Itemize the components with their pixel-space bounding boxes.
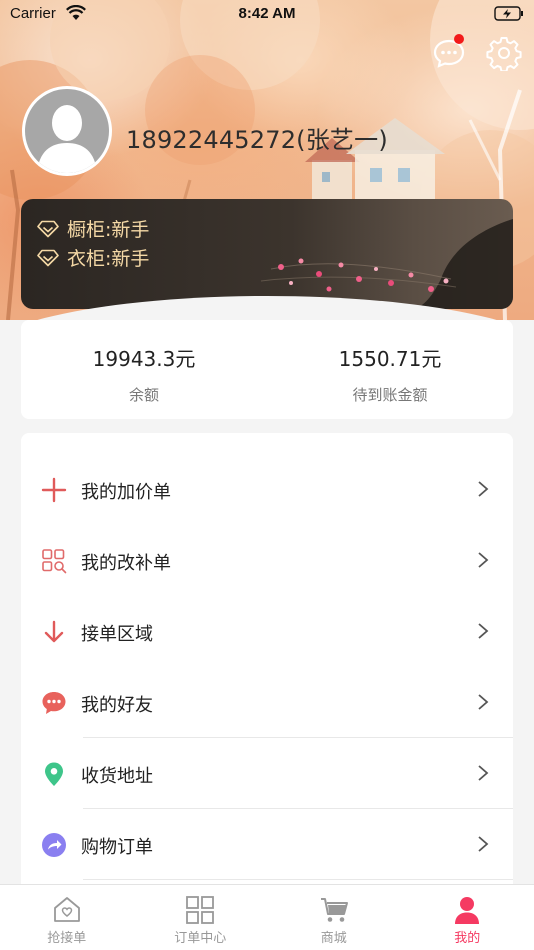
house-heart-icon [53,897,80,922]
divider [83,879,513,880]
level-card: 橱柜:新手 衣柜:新手 [21,199,513,309]
tab-label: 我的 [454,931,481,946]
grid-search-icon [42,549,67,574]
profile-header: Carrier 8:42 AM 18922445272(张艺一) 橱柜:新手 衣… [0,0,534,320]
share-arrow-icon [42,833,66,857]
avatar[interactable] [22,86,112,176]
balance-value: 19943.3元 [92,347,196,371]
menu-item-label: 我的改补单 [81,553,171,574]
pending-label: 待到账金额 [352,386,428,404]
menu-list: 我的加价单 我的改补单 接单区域 我的好友 收货地址 购物订单 [21,433,513,903]
balance-item-available[interactable]: 19943.3元 余额 [21,320,267,419]
chevron-right-icon [478,765,489,781]
diamond-icon [37,220,59,237]
chevron-right-icon [478,623,489,639]
balance-item-pending[interactable]: 1550.71元 待到账金额 [267,320,513,419]
cart-icon [320,898,348,922]
unread-badge [454,34,464,44]
balance-card: 19943.3元 余额 1550.71元 待到账金额 [21,320,513,419]
chevron-right-icon [478,836,489,852]
chat-bubble-icon [42,692,66,714]
gear-icon[interactable] [486,35,522,71]
plus-icon [41,477,67,503]
tab-bar: 抢接单 订单中心 商城 我的 [0,884,534,950]
tab-mine[interactable]: 我的 [401,885,534,950]
chevron-right-icon [478,694,489,710]
tab-label: 商城 [320,931,347,946]
tab-label: 订单中心 [174,931,227,946]
battery-icon [494,6,523,21]
menu-item-revision-orders[interactable]: 我的改补单 [21,525,513,596]
arrow-down-icon [44,620,64,643]
tab-grab-orders[interactable]: 抢接单 [0,885,134,950]
username: 18922445272(张艺一) [126,126,388,154]
clock: 8:42 AM [238,5,296,22]
menu-item-label: 我的加价单 [81,482,171,503]
menu-item-shipping-address[interactable]: 收货地址 [21,738,513,809]
menu-item-label: 购物订单 [81,837,153,858]
level-row-cabinet: 橱柜:新手 [37,215,149,242]
person-icon [455,897,480,924]
menu-item-label: 我的好友 [81,695,153,716]
pending-value: 1550.71元 [338,347,442,371]
diamond-icon [37,249,59,266]
chevron-right-icon [478,552,489,568]
menu-item-shopping-orders[interactable]: 购物订单 [21,809,513,880]
balance-label: 余额 [128,386,159,404]
grid-icon [186,896,215,924]
chevron-right-icon [478,481,489,497]
level-row-wardrobe: 衣柜:新手 [37,244,149,271]
menu-item-friends[interactable]: 我的好友 [21,667,513,738]
tab-order-center[interactable]: 订单中心 [134,885,268,950]
menu-item-label: 收货地址 [81,766,153,787]
level-label: 衣柜:新手 [67,248,150,270]
default-avatar-icon [25,89,109,173]
menu-item-service-area[interactable]: 接单区域 [21,596,513,667]
menu-item-markup-orders[interactable]: 我的加价单 [21,454,513,525]
tab-mall[interactable]: 商城 [267,885,401,950]
menu-item-label: 接单区域 [81,624,153,645]
status-bar: Carrier 8:42 AM [0,0,534,28]
tab-label: 抢接单 [47,931,87,946]
location-pin-icon [45,762,63,786]
level-label: 橱柜:新手 [67,219,150,241]
